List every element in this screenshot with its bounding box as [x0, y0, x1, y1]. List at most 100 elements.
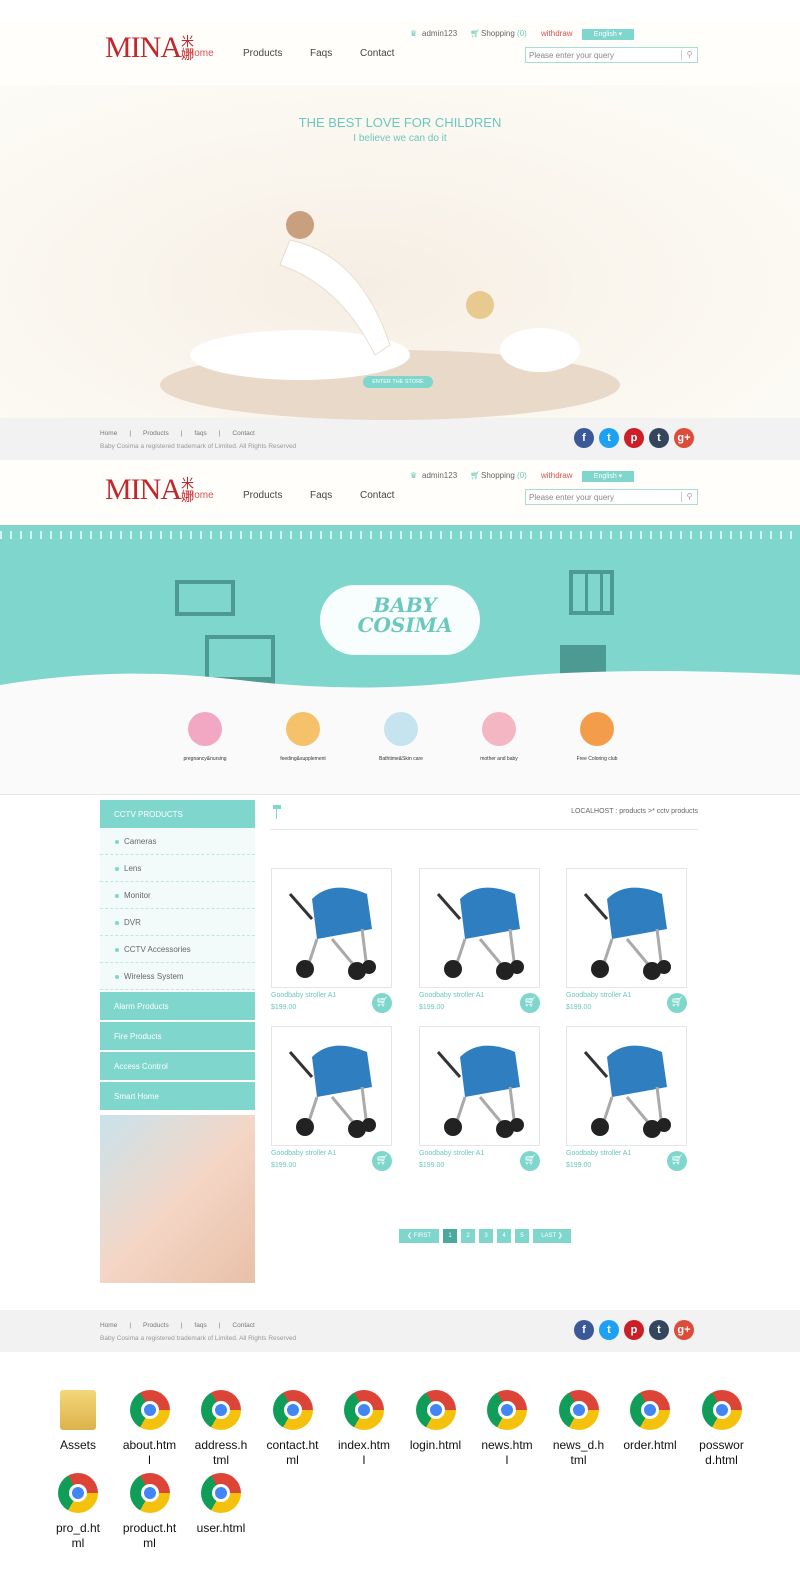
footer-link[interactable]: Contact — [232, 430, 254, 437]
sidebar-item[interactable]: DVR — [100, 909, 255, 936]
logo[interactable]: MINA米娜 — [105, 473, 194, 507]
sidebar-category[interactable]: Fire Products — [100, 1022, 255, 1050]
page-button[interactable]: 2 — [461, 1229, 475, 1243]
withdraw-link[interactable]: withdraw — [541, 471, 573, 480]
nav-products[interactable]: Products — [243, 490, 282, 501]
footer-link[interactable]: faqs — [194, 1322, 206, 1329]
category-icon — [286, 712, 320, 746]
enter-store-button[interactable]: ENTER THE STORE — [363, 376, 433, 388]
facebook-icon[interactable]: f — [574, 428, 594, 448]
category-item[interactable]: feeding&supplement — [268, 712, 338, 762]
facebook-icon[interactable]: f — [574, 1320, 594, 1340]
language-select[interactable]: English ▾ — [582, 471, 634, 482]
search-input[interactable]: Please enter your query ⚲ — [525, 47, 698, 63]
add-to-cart-icon[interactable]: 🛒︎ — [372, 1151, 392, 1171]
product-card[interactable]: Goodbaby stroller A1 $199.00 🛒︎ — [419, 868, 540, 1013]
pinterest-icon[interactable]: p — [624, 428, 644, 448]
chrome-icon — [344, 1390, 384, 1430]
user-link[interactable]: admin123 — [422, 471, 457, 480]
product-image — [419, 868, 540, 988]
user-link[interactable]: admin123 — [422, 29, 457, 38]
shopping-link[interactable]: Shopping (0) — [481, 471, 527, 480]
chrome-icon — [58, 1473, 98, 1513]
product-image — [271, 1026, 392, 1146]
google-plus-icon[interactable]: g+ — [674, 1320, 694, 1340]
logo[interactable]: MINA米娜 — [105, 31, 194, 65]
last-page-button[interactable]: LAST ❯ — [533, 1229, 571, 1243]
file-icon-html[interactable]: login.html — [401, 1390, 471, 1453]
shopping-link[interactable]: Shopping (0) — [481, 29, 527, 38]
sidebar-item[interactable]: Monitor — [100, 882, 255, 909]
file-icon-folder[interactable]: Assets — [43, 1390, 113, 1453]
category-item[interactable]: pregnancy&nursing — [170, 712, 240, 762]
category-item[interactable]: mother and baby — [464, 712, 534, 762]
nav-home[interactable]: Home — [187, 48, 214, 59]
file-icon-html[interactable]: pro_d.html — [43, 1473, 113, 1551]
product-card[interactable]: Goodbaby stroller A1 $199.00 🛒︎ — [419, 1026, 540, 1171]
language-select[interactable]: English ▾ — [582, 29, 634, 40]
nav-home[interactable]: Home — [187, 490, 214, 501]
sidebar-item[interactable]: Wireless System — [100, 963, 255, 990]
footer-link[interactable]: faqs — [194, 430, 206, 437]
chrome-icon — [129, 1390, 170, 1430]
footer-link[interactable]: Contact — [232, 1322, 254, 1329]
sidebar-item[interactable]: Lens — [100, 855, 255, 882]
footer-link[interactable]: Products — [143, 430, 169, 437]
file-icon-html[interactable]: possword.html — [687, 1390, 757, 1468]
pinterest-icon[interactable]: p — [624, 1320, 644, 1340]
twitter-icon[interactable]: t — [599, 428, 619, 448]
nav-faqs[interactable]: Faqs — [310, 48, 332, 59]
header-1: MINA米娜 Home Products Faqs Contact ♛ admin12… — [0, 19, 800, 85]
page-button[interactable]: 4 — [497, 1229, 511, 1243]
footer-link[interactable]: Home — [100, 1322, 117, 1329]
add-to-cart-icon[interactable]: 🛒︎ — [520, 1151, 540, 1171]
chrome-icon — [487, 1390, 527, 1430]
cart-icon: 🛒︎ — [470, 471, 481, 480]
nav-contact[interactable]: Contact — [360, 48, 394, 59]
file-icon-html[interactable]: news_d.html — [544, 1390, 614, 1468]
sidebar-item[interactable]: CCTV Accessories — [100, 936, 255, 963]
copyright: Baby Cosima a registered trademark of Li… — [100, 443, 297, 450]
add-to-cart-icon[interactable]: 🛒︎ — [520, 993, 540, 1013]
nav-products[interactable]: Products — [243, 48, 282, 59]
file-icon-html[interactable]: contact.html — [258, 1390, 328, 1468]
file-icon-html[interactable]: address.html — [186, 1390, 256, 1468]
file-icon-html[interactable]: product.html — [115, 1473, 185, 1551]
page-button[interactable]: 1 — [443, 1229, 457, 1243]
sidebar-category[interactable]: Smart Home — [100, 1082, 255, 1110]
file-icon-html[interactable]: user.html — [186, 1473, 256, 1536]
tumblr-icon[interactable]: t — [649, 1320, 669, 1340]
file-icon-html[interactable]: order.html — [615, 1390, 685, 1453]
chrome-icon — [558, 1390, 599, 1430]
add-to-cart-icon[interactable]: 🛒︎ — [667, 1151, 687, 1171]
product-card[interactable]: Goodbaby stroller A1 $199.00 🛒︎ — [271, 868, 392, 1013]
file-icon-html[interactable]: index.html — [329, 1390, 399, 1468]
nav-contact[interactable]: Contact — [360, 490, 394, 501]
product-card[interactable]: Goodbaby stroller A1 $199.00 🛒︎ — [566, 1026, 687, 1171]
sidebar-item[interactable]: Cameras — [100, 828, 255, 855]
nav-faqs[interactable]: Faqs — [310, 490, 332, 501]
file-icon-html[interactable]: news.html — [472, 1390, 542, 1468]
twitter-icon[interactable]: t — [599, 1320, 619, 1340]
footer-link[interactable]: Products — [143, 1322, 169, 1329]
sidebar-category[interactable]: Access Control — [100, 1052, 255, 1080]
add-to-cart-icon[interactable]: 🛒︎ — [372, 993, 392, 1013]
tumblr-icon[interactable]: t — [649, 428, 669, 448]
footer-2: Home | Products | faqs | Contact Baby Cosima a … — [0, 1310, 800, 1352]
first-page-button[interactable]: ❮ FIRST — [399, 1229, 439, 1243]
product-card[interactable]: Goodbaby stroller A1 $199.00 🛒︎ — [271, 1026, 392, 1171]
google-plus-icon[interactable]: g+ — [674, 428, 694, 448]
page-button[interactable]: 3 — [479, 1229, 493, 1243]
page-button[interactable]: 5 — [515, 1229, 529, 1243]
sidebar-category[interactable]: Alarm Products — [100, 992, 255, 1020]
product-card[interactable]: Goodbaby stroller A1 $199.00 🛒︎ — [566, 868, 687, 1013]
category-item[interactable]: Bathtime&Skin care — [366, 712, 436, 762]
search-input[interactable]: Please enter your query ⚲ — [525, 489, 698, 505]
footer-link[interactable]: Home — [100, 430, 117, 437]
product-image — [419, 1026, 540, 1146]
file-icon-html[interactable]: about.html — [115, 1390, 185, 1468]
add-to-cart-icon[interactable]: 🛒︎ — [667, 993, 687, 1013]
category-item[interactable]: Free Coloring club — [562, 712, 632, 762]
withdraw-link[interactable]: withdraw — [541, 29, 573, 38]
sidebar: CCTV PRODUCTS Cameras Lens Monitor DVR CCTV … — [100, 800, 255, 1283]
